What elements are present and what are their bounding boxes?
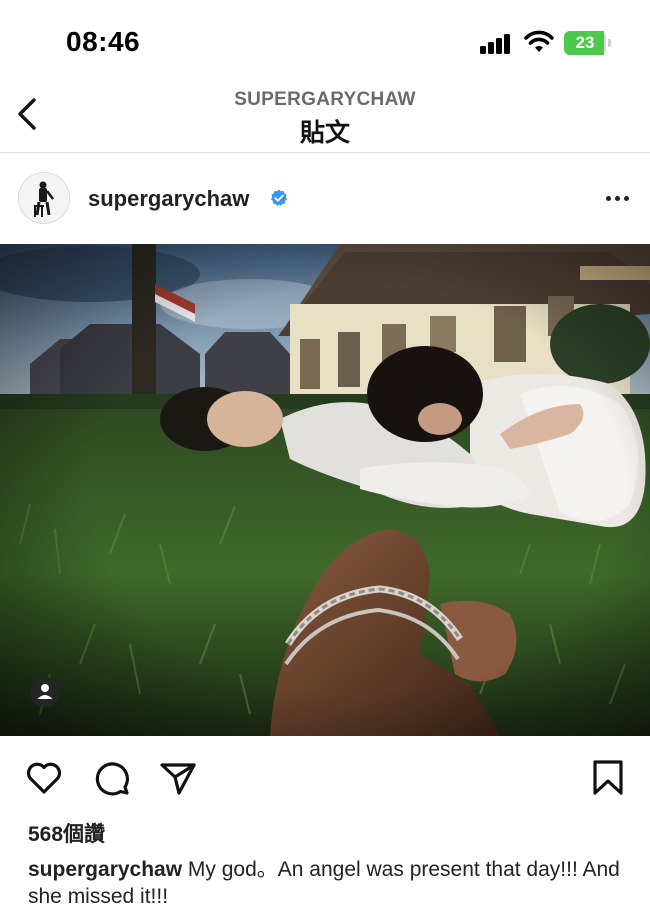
- account-name-subtitle: SUPERGARYCHAW: [234, 89, 416, 110]
- caption-username[interactable]: supergarychaw: [28, 858, 182, 881]
- like-count[interactable]: 568個讚: [28, 818, 105, 848]
- page-title: 貼文: [299, 119, 350, 147]
- bookmark-icon[interactable]: [588, 758, 628, 798]
- wifi-icon: [524, 30, 554, 52]
- status-time: 08:46: [66, 26, 141, 57]
- heart-icon[interactable]: [24, 758, 64, 798]
- user-tag-icon[interactable]: [30, 677, 60, 707]
- battery-icon: 23: [564, 31, 612, 55]
- comment-icon[interactable]: [92, 758, 132, 798]
- post-caption: supergarychaw My god。An angel was presen…: [28, 856, 628, 910]
- post-photo[interactable]: [0, 244, 650, 736]
- post-header: supergarychaw: [0, 154, 650, 244]
- status-bar: 08:46 23: [0, 0, 650, 80]
- send-icon[interactable]: [158, 758, 198, 798]
- avatar[interactable]: [18, 172, 70, 224]
- post-actions: [0, 736, 650, 816]
- more-horizontal-icon[interactable]: [604, 194, 632, 204]
- battery-level: 23: [575, 33, 595, 52]
- signal-icon: [480, 32, 514, 54]
- nav-header: SUPERGARYCHAW 貼文: [0, 80, 650, 153]
- verified-badge-icon: [271, 189, 287, 206]
- post-username[interactable]: supergarychaw: [88, 186, 249, 212]
